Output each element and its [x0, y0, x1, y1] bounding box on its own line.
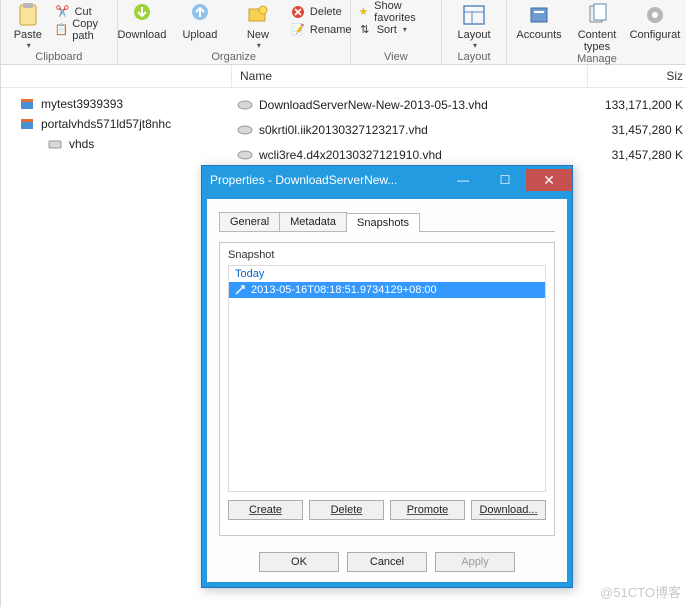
- ribbon: Paste ▾ ✂️Cut 📋Copy path Clipboard Downl…: [1, 0, 686, 65]
- group-label-clipboard: Clipboard: [35, 51, 82, 63]
- tree-pane: mytest3939393 portalvhds571ld57jt8nhc vh…: [1, 88, 231, 607]
- tab-snapshots[interactable]: Snapshots: [346, 213, 420, 232]
- file-row[interactable]: DownloadServerNew-New-2013-05-13.vhd 133…: [231, 92, 686, 117]
- chevron-down-icon: ▾: [473, 41, 477, 50]
- ok-button[interactable]: OK: [259, 552, 339, 572]
- cancel-button[interactable]: Cancel: [347, 552, 427, 572]
- create-button[interactable]: Create: [228, 500, 303, 520]
- copy-path-icon: 📋: [55, 22, 69, 38]
- snapshot-item-selected[interactable]: 2013-05-16T08:18:51.9734129+08:00: [229, 282, 545, 298]
- apply-button[interactable]: Apply: [435, 552, 515, 572]
- content-types-icon: [581, 1, 613, 29]
- scissors-icon: ✂️: [55, 4, 71, 20]
- file-row[interactable]: s0krti0l.iik20130327123217.vhd 31,457,28…: [231, 117, 686, 142]
- tree-item[interactable]: mytest3939393: [1, 94, 231, 114]
- download-button[interactable]: Download: [116, 1, 168, 41]
- dialog-footer: OK Cancel Apply: [207, 544, 567, 582]
- tab-metadata[interactable]: Metadata: [279, 212, 347, 231]
- group-label-layout: Layout: [457, 51, 490, 63]
- vhd-icon: [231, 148, 259, 162]
- layout-icon: [458, 1, 490, 29]
- maximize-button[interactable]: ☐: [484, 169, 526, 191]
- accounts-button[interactable]: Accounts: [513, 1, 565, 41]
- group-label-view: View: [384, 51, 408, 63]
- minimize-button[interactable]: —: [442, 169, 484, 191]
- column-headers: Name Siz: [1, 65, 686, 88]
- dialog-title: Properties - DownloadServerNew...: [202, 173, 442, 187]
- snapshot-icon: [233, 283, 247, 297]
- list-group-today: Today: [229, 266, 545, 282]
- delete-snapshot-button[interactable]: Delete: [309, 500, 384, 520]
- storage-icon: [19, 116, 35, 132]
- close-button[interactable]: ✕: [526, 169, 572, 191]
- tree-item-vhds[interactable]: vhds: [1, 134, 231, 154]
- paste-button[interactable]: Paste ▾: [7, 1, 49, 50]
- snapshot-group: Snapshot Today 2013-05-16T08:18:51.97341…: [219, 242, 555, 536]
- delete-button[interactable]: Delete: [290, 3, 352, 20]
- file-row[interactable]: wcli3re4.d4x20130327121910.vhd 31,457,28…: [231, 142, 686, 167]
- tabs: General Metadata Snapshots: [219, 209, 555, 232]
- rename-icon: 📝: [290, 22, 306, 38]
- rename-button[interactable]: 📝Rename: [290, 21, 352, 38]
- sort-button[interactable]: ⇅Sort▾: [357, 21, 435, 38]
- watermark: @51CTO博客: [600, 582, 681, 601]
- storage-icon: [19, 96, 35, 112]
- paste-label: Paste: [14, 29, 42, 41]
- upload-button[interactable]: Upload: [174, 1, 226, 41]
- content-types-button[interactable]: Content types: [571, 1, 623, 53]
- star-icon: ★: [357, 4, 370, 20]
- layout-button[interactable]: Layout ▾: [448, 1, 500, 50]
- snapshot-list[interactable]: Today 2013-05-16T08:18:51.9734129+08:00: [228, 265, 546, 492]
- group-label-manage: Manage: [577, 53, 617, 65]
- container-icon: [47, 136, 63, 152]
- new-icon: [242, 1, 274, 29]
- chevron-down-icon: ▾: [27, 41, 31, 50]
- snapshot-group-label: Snapshot: [228, 249, 546, 261]
- accounts-icon: [523, 1, 555, 29]
- configuration-button[interactable]: Configurat: [629, 1, 681, 41]
- titlebar[interactable]: Properties - DownloadServerNew... — ☐ ✕: [202, 166, 572, 194]
- delete-icon: [290, 4, 306, 20]
- properties-dialog: Properties - DownloadServerNew... — ☐ ✕ …: [201, 165, 573, 588]
- promote-button[interactable]: Promote: [390, 500, 465, 520]
- column-size[interactable]: Siz: [588, 65, 686, 87]
- sort-icon: ⇅: [357, 22, 373, 38]
- new-button[interactable]: New ▾: [232, 1, 284, 50]
- gear-icon: [639, 1, 671, 29]
- column-name[interactable]: Name: [232, 65, 588, 87]
- group-label-organize: Organize: [211, 51, 256, 63]
- show-favorites-button[interactable]: ★Show favorites: [357, 3, 435, 20]
- tree-item[interactable]: portalvhds571ld57jt8nhc: [1, 114, 231, 134]
- tab-general[interactable]: General: [219, 212, 280, 231]
- upload-icon: [184, 1, 216, 29]
- copy-path-button[interactable]: 📋Copy path: [55, 21, 111, 38]
- download-icon: [126, 1, 158, 29]
- vhd-icon: [231, 98, 259, 112]
- chevron-down-icon: ▾: [257, 41, 261, 50]
- download-snapshot-button[interactable]: Download...: [471, 500, 546, 520]
- chevron-down-icon: ▾: [403, 25, 407, 34]
- vhd-icon: [231, 123, 259, 137]
- paste-icon: [12, 1, 44, 29]
